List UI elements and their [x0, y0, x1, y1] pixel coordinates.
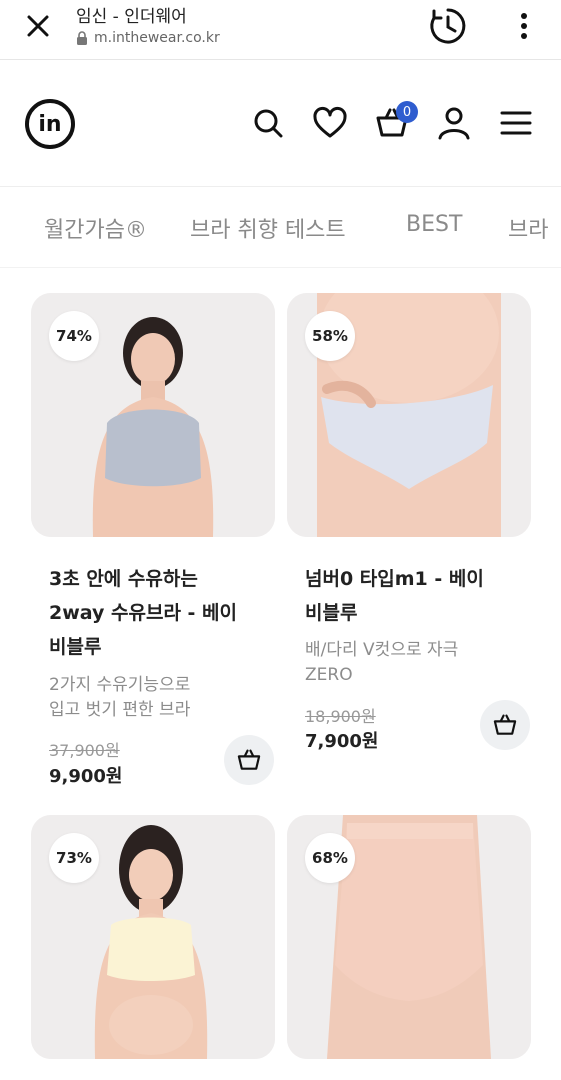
product-image[interactable]: 74% — [31, 293, 275, 537]
inthewear-logo[interactable]: in — [24, 98, 76, 150]
product-card[interactable]: 68% — [287, 815, 531, 1059]
cart-icon — [493, 714, 517, 735]
browser-toolbar: 임신 - 인더웨어 m.inthewear.co.kr — [0, 0, 561, 60]
tab-monthly-bust[interactable]: 월간가슴® — [44, 212, 147, 244]
product-card[interactable]: 58% 넘버0 타입m1 - 베이 비블루 배/다리 V컷으로 자극 ZERO … — [287, 293, 531, 763]
product-card[interactable]: 73% — [31, 815, 275, 1059]
tab-best[interactable]: BEST — [406, 212, 462, 237]
add-to-cart-button[interactable] — [224, 735, 274, 785]
cart-icon — [237, 749, 261, 770]
product-description: 배/다리 V컷으로 자극 ZERO — [305, 638, 505, 688]
discount-badge: 74% — [49, 311, 99, 361]
product-card[interactable]: 74% 3초 안에 수유하는 2way 수유브라 - 베이 비블루 2가지 수유… — [31, 293, 275, 793]
sale-price: 9,900원 — [49, 766, 123, 787]
original-price: 18,900원 — [305, 707, 376, 726]
discount-badge: 68% — [305, 833, 355, 883]
url-display[interactable]: m.inthewear.co.kr — [76, 30, 220, 46]
product-desc-line: ZERO — [305, 665, 353, 685]
product-name-line: 비블루 — [305, 602, 358, 624]
url-text: m.inthewear.co.kr — [94, 30, 220, 46]
tab-bra-taste-test[interactable]: 브라 취향 테스트 — [190, 212, 346, 244]
discount-badge: 58% — [305, 311, 355, 361]
product-name[interactable]: 넘버0 타입m1 - 베이 비블루 — [305, 562, 525, 630]
add-to-cart-button[interactable] — [480, 700, 530, 750]
site-header: in 0 — [0, 61, 561, 187]
product-desc-line: 배/다리 V컷으로 자극 — [305, 640, 459, 660]
product-name[interactable]: 3초 안에 수유하는 2way 수유브라 - 베이 비블루 — [49, 562, 269, 664]
product-name-line: 3초 안에 수유하는 — [49, 568, 198, 590]
history-icon[interactable] — [428, 6, 468, 46]
product-image[interactable]: 68% — [287, 815, 531, 1059]
category-tabs: 월간가슴® 브라 취향 테스트 BEST 브라 — [0, 188, 561, 268]
page-title: 임신 - 인더웨어 — [76, 7, 187, 27]
product-image[interactable]: 58% — [287, 293, 531, 537]
product-name-line: 넘버0 타입m1 - 베이 — [305, 568, 484, 590]
discount-badge: 73% — [49, 833, 99, 883]
close-icon[interactable] — [22, 10, 54, 42]
product-image[interactable]: 73% — [31, 815, 275, 1059]
tab-bra[interactable]: 브라 — [508, 212, 548, 244]
heart-icon[interactable] — [312, 105, 348, 141]
sale-price: 7,900원 — [305, 731, 379, 752]
lock-icon — [77, 31, 87, 45]
product-desc-line: 입고 벗기 편한 브라 — [49, 700, 191, 720]
user-icon[interactable] — [436, 105, 472, 141]
product-name-line: 비블루 — [49, 636, 102, 658]
product-name-line: 2way 수유브라 - 베이 — [49, 602, 238, 624]
search-icon[interactable] — [250, 105, 286, 141]
original-price: 37,900원 — [49, 741, 120, 760]
product-desc-line: 2가지 수유기능으로 — [49, 675, 191, 695]
svg-text:in: in — [38, 112, 61, 137]
cart-count-badge: 0 — [396, 101, 418, 123]
more-menu-icon[interactable] — [512, 10, 536, 42]
hamburger-menu-icon[interactable] — [498, 105, 534, 141]
product-description: 2가지 수유기능으로 입고 벗기 편한 브라 — [49, 673, 249, 723]
